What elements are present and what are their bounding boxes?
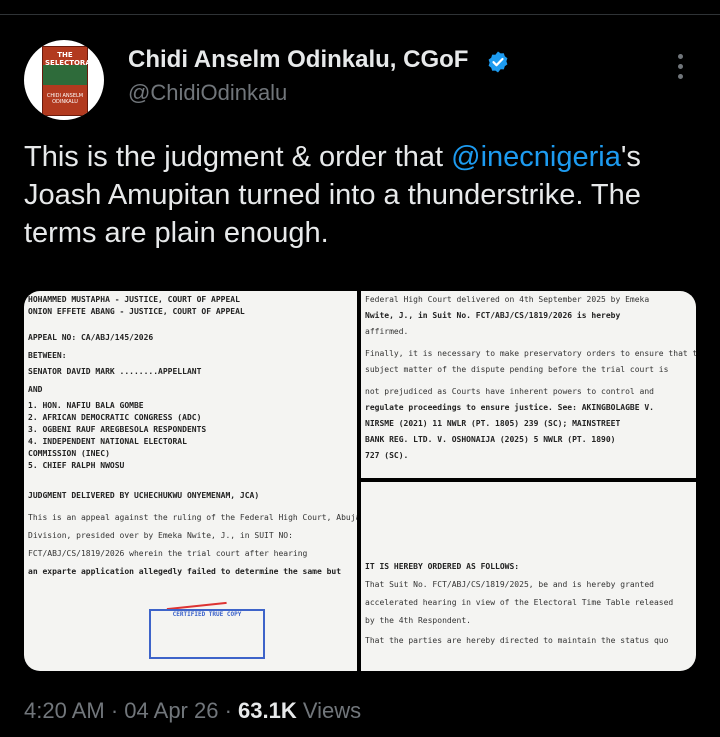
tweet-meta: 4:20 AM · 04 Apr 26 · 63.1K Views xyxy=(24,698,362,723)
avatar[interactable]: THE SELECTORATE CHIDI ANSELM ODINKALU xyxy=(24,40,104,120)
document-text-line: This is an appeal against the ruling of … xyxy=(28,513,357,522)
author-name[interactable]: Chidi Anselm Odinkalu, CGoF xyxy=(128,46,468,74)
document-text-line: HOHAMMED MUSTAPHA - JUSTICE, COURT OF AP… xyxy=(28,295,240,304)
document-text-line: by the 4th Respondent. xyxy=(365,616,471,625)
document-image-2[interactable]: Federal High Court delivered on 4th Sept… xyxy=(361,291,696,478)
top-divider xyxy=(0,14,720,15)
document-text-line: JUDGMENT DELIVERED BY UCHECHUKWU ONYEMEN… xyxy=(28,491,260,500)
document-text-line: Nwite, J., in Suit No. FCT/ABJ/CS/1819/2… xyxy=(365,311,621,320)
avatar-book-cover: THE SELECTORATE CHIDI ANSELM ODINKALU xyxy=(42,46,100,116)
document-text-line: 2. AFRICAN DEMOCRATIC CONGRESS (ADC) xyxy=(28,413,202,422)
author-handle[interactable]: @ChidiOdinkalu xyxy=(128,80,287,106)
document-text-line: FCT/ABJ/CS/1819/2026 wherein the trial c… xyxy=(28,549,308,558)
document-text-line: Division, presided over by Emeka Nwite, … xyxy=(28,531,293,540)
views-label: Views xyxy=(296,698,362,723)
document-text-line: AND xyxy=(28,385,43,394)
document-text-line: BETWEEN: xyxy=(28,351,67,360)
tweet-text: This is the judgment & order that @inecn… xyxy=(24,141,641,249)
document-text-line: not prejudiced as Courts have inherent p… xyxy=(365,387,654,396)
certified-stamp: CERTIFIED TRUE COPY xyxy=(149,609,265,659)
document-image-1[interactable]: HOHAMMED MUSTAPHA - JUSTICE, COURT OF AP… xyxy=(24,291,357,671)
document-text-line: 1. HON. NAFIU BALA GOMBE xyxy=(28,401,144,410)
media-grid: HOHAMMED MUSTAPHA - JUSTICE, COURT OF AP… xyxy=(24,291,696,671)
book-author: CHIDI ANSELM ODINKALU xyxy=(46,93,84,105)
document-text-line: Finally, it is necessary to make preserv… xyxy=(365,349,696,358)
document-text-line: NIRSME (2021) 11 NWLR (PT. 1805) 239 (SC… xyxy=(365,419,621,428)
document-text-line: 5. CHIEF RALPH NWOSU xyxy=(28,461,125,470)
tweet-time[interactable]: 4:20 AM xyxy=(24,698,105,723)
document-text-line: 3. OGBENI RAUF AREGBESOLA RESPONDENTS xyxy=(28,425,207,434)
document-text-line: ONION EFFETE ABANG - JUSTICE, COURT OF A… xyxy=(28,307,245,316)
document-text-line: affirmed. xyxy=(365,327,409,336)
document-text-line: COMMISSION (INEC) xyxy=(28,449,110,458)
document-text-line: regulate proceedings to ensure justice. … xyxy=(365,403,654,412)
document-text-line: That Suit No. FCT/ABJ/CS/1819/2025, be a… xyxy=(365,580,654,589)
document-text-line: SENATOR DAVID MARK ........APPELLANT xyxy=(28,367,202,376)
document-text-line: 4. INDEPENDENT NATIONAL ELECTORAL xyxy=(28,437,187,446)
mention-link[interactable]: @inecnigeria xyxy=(451,141,621,173)
document-text-line: accelerated hearing in view of the Elect… xyxy=(365,598,674,607)
more-options-icon[interactable] xyxy=(666,54,694,90)
document-text-line: BANK REG. LTD. V. OSHONAIJA (2025) 5 NWL… xyxy=(365,435,616,444)
document-text-line: subject matter of the dispute pending be… xyxy=(365,365,669,374)
document-image-3[interactable]: IT IS HEREBY ORDERED AS FOLLOWS: That Sui… xyxy=(361,482,696,671)
document-text-line: APPEAL NO: CA/ABJ/145/2026 xyxy=(28,333,154,342)
document-text-line: IT IS HEREBY ORDERED AS FOLLOWS: xyxy=(365,562,520,571)
document-text-line: 727 (SC). xyxy=(365,451,409,460)
document-text-line: That the parties are hereby directed to … xyxy=(365,636,669,645)
signature-mark xyxy=(165,587,227,611)
document-text-line: an exparte application allegedly failed … xyxy=(28,567,342,576)
verified-badge-icon xyxy=(488,51,508,73)
views-count: 63.1K xyxy=(238,698,297,723)
tweet-date[interactable]: 04 Apr 26 xyxy=(124,698,218,723)
document-text-line: Federal High Court delivered on 4th Sept… xyxy=(365,295,650,304)
